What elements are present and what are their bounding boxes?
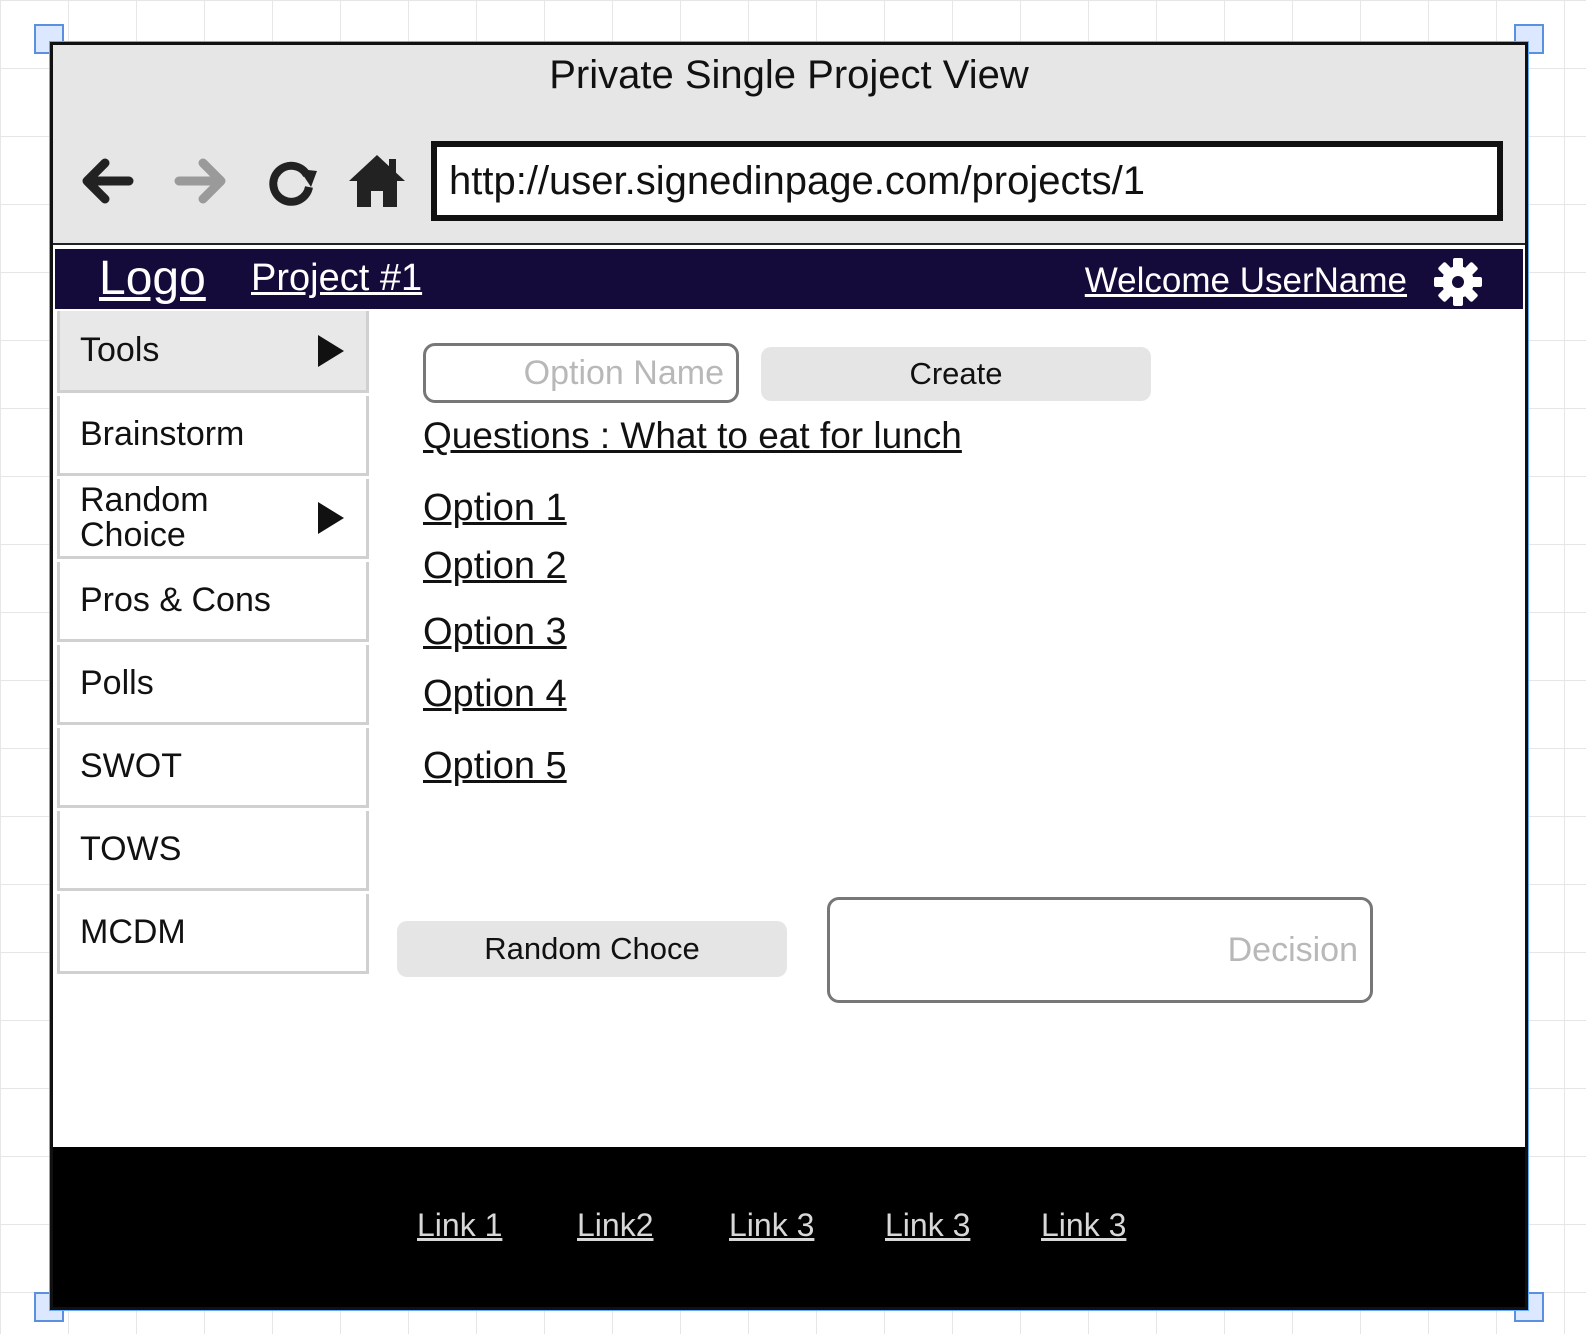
sidebar-item-brainstorm[interactable]: Brainstorm	[57, 396, 369, 476]
welcome-user-link[interactable]: Welcome UserName	[1085, 261, 1407, 301]
sidebar-item-label-line2: Choice	[80, 515, 186, 554]
sidebar-item-label: Brainstorm	[80, 415, 245, 453]
browser-window: Private Single Project View http://user.…	[49, 41, 1529, 1311]
project-link[interactable]: Project #1	[251, 257, 422, 300]
footer-link[interactable]: Link 3	[885, 1207, 970, 1244]
sidebar-item-polls[interactable]: Polls	[57, 645, 369, 725]
decision-field[interactable]	[827, 897, 1373, 1003]
sidebar-item-pros-cons[interactable]: Pros & Cons	[57, 562, 369, 642]
triangle-right-icon	[318, 501, 344, 534]
sidebar-item-label: Pros & Cons	[80, 581, 271, 619]
sidebar-item-tools[interactable]: Tools	[57, 311, 369, 393]
app-header: Logo Project #1 Welcome UserName	[55, 249, 1523, 309]
window-title: Private Single Project View	[549, 53, 1029, 97]
footer-link[interactable]: Link 3	[1041, 1207, 1126, 1244]
option-name-input[interactable]	[423, 343, 739, 403]
url-bar[interactable]: http://user.signedinpage.com/projects/1	[431, 141, 1503, 221]
sidebar-item-swot[interactable]: SWOT	[57, 728, 369, 808]
arrow-left-icon[interactable]	[75, 149, 139, 213]
option-link[interactable]: Option 3	[423, 611, 567, 654]
triangle-right-icon	[318, 334, 344, 367]
sidebar-item-label: Polls	[80, 664, 154, 702]
footer-link[interactable]: Link2	[577, 1207, 654, 1244]
option-link[interactable]: Option 1	[423, 487, 567, 530]
sidebar-item-label: SWOT	[80, 747, 182, 785]
arrow-right-icon[interactable]	[169, 149, 233, 213]
gear-icon[interactable]	[1433, 257, 1483, 307]
question-link[interactable]: Questions : What to eat for lunch	[423, 415, 962, 457]
home-icon[interactable]	[345, 149, 409, 213]
sidebar-item-label: Tools	[80, 331, 160, 369]
create-button[interactable]: Create	[761, 347, 1151, 401]
footer: Link 1 Link2 Link 3 Link 3 Link 3	[53, 1147, 1525, 1307]
option-link[interactable]: Option 4	[423, 673, 567, 716]
sidebar-item-tows[interactable]: TOWS	[57, 811, 369, 891]
option-link[interactable]: Option 2	[423, 545, 567, 588]
sidebar-item-mcdm[interactable]: MCDM	[57, 894, 369, 974]
reload-icon[interactable]	[259, 149, 323, 213]
footer-link[interactable]: Link 3	[729, 1207, 814, 1244]
sidebar-item-label: TOWS	[80, 830, 182, 868]
sidebar-item-random-choice[interactable]: Random Choice	[57, 479, 369, 559]
browser-chrome: Private Single Project View http://user.…	[53, 45, 1525, 245]
sidebar: Tools Brainstorm Random Choice Pros & Co…	[57, 311, 369, 974]
sidebar-item-label: MCDM	[80, 913, 186, 951]
footer-link[interactable]: Link 1	[417, 1207, 502, 1244]
random-choice-button[interactable]: Random Choce	[397, 921, 787, 977]
logo-link[interactable]: Logo	[99, 251, 206, 306]
option-link[interactable]: Option 5	[423, 745, 567, 788]
sidebar-item-label: Random Choice	[80, 480, 209, 554]
sidebar-item-label-line1: Random	[80, 480, 209, 519]
